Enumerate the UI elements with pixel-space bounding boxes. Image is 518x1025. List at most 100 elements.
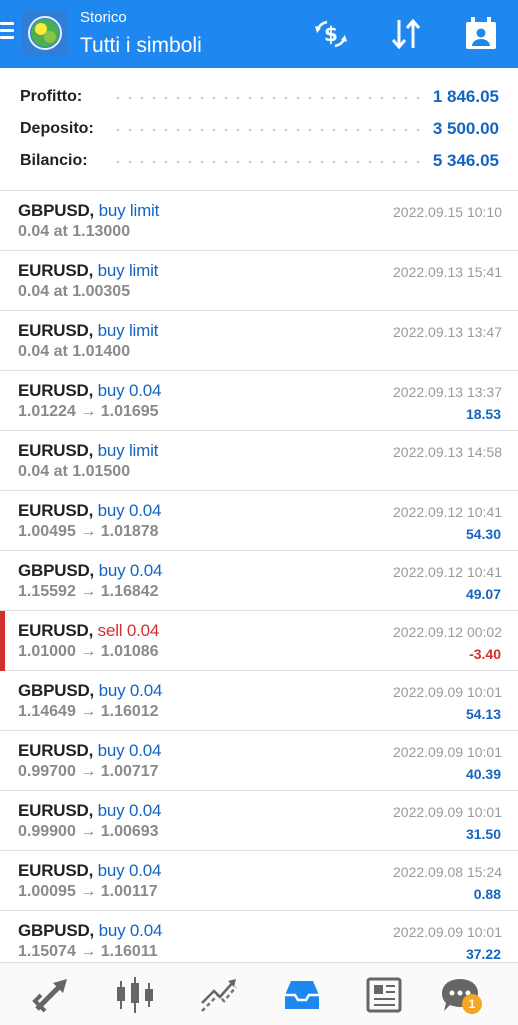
trade-row[interactable]: EURUSD, buy limit 0.04 at 1.01400 2022.09.… bbox=[0, 311, 518, 371]
trade-row[interactable]: EURUSD, buy limit 0.04 at 1.01500 2022.09.… bbox=[0, 431, 518, 491]
trade-action: buy 0.04 bbox=[97, 861, 162, 880]
summary-value: 5 346.05 bbox=[432, 151, 499, 170]
trade-row[interactable]: EURUSD, buy 0.04 0.99900 → 1.00693 2022.09… bbox=[0, 791, 518, 851]
trade-detail: 1.01224 → 1.01695 bbox=[18, 403, 159, 420]
trade-action: buy limit bbox=[98, 201, 160, 220]
trade-detail: 0.99700 → 1.00717 bbox=[18, 763, 159, 780]
summary-row-profit: Profitto: 1 846.05 bbox=[0, 82, 518, 114]
trade-symbol-line: EURUSD, sell 0.04 bbox=[18, 621, 159, 641]
trade-profit: 31.50 bbox=[465, 826, 501, 842]
trade-profit: 54.30 bbox=[465, 526, 501, 542]
trade-action: sell 0.04 bbox=[97, 621, 160, 640]
trade-symbol: EURUSD, bbox=[18, 381, 94, 400]
trade-row[interactable]: EURUSD, buy limit 0.04 at 1.00305 2022.09.… bbox=[0, 251, 518, 311]
summary-row-balance: Bilancio: 5 346.05 bbox=[0, 146, 518, 178]
history-icon[interactable] bbox=[279, 973, 325, 1017]
trade-detail: 0.04 at 1.13000 bbox=[18, 223, 131, 240]
trade-action: buy limit bbox=[97, 441, 159, 460]
app-logo-icon bbox=[22, 10, 68, 56]
currency-switch-icon[interactable]: $ bbox=[311, 14, 351, 54]
calendar-icon[interactable] bbox=[461, 14, 501, 54]
trade-time: 2022.09.12 10:41 bbox=[393, 504, 502, 520]
trade-icon[interactable] bbox=[196, 973, 242, 1017]
trade-profit: 49.07 bbox=[465, 586, 501, 602]
trade-action: buy limit bbox=[97, 261, 159, 280]
trade-symbol: GBPUSD, bbox=[18, 561, 95, 580]
trade-profit: 37.22 bbox=[465, 946, 501, 962]
trade-row[interactable]: GBPUSD, buy 0.04 1.15592 → 1.16842 2022.09… bbox=[0, 551, 518, 611]
trade-time: 2022.09.13 13:47 bbox=[393, 324, 502, 340]
trade-profit: 54.13 bbox=[465, 706, 501, 722]
trade-symbol: GBPUSD, bbox=[18, 921, 95, 940]
summary-value: 3 500.00 bbox=[432, 119, 499, 138]
dotted-leader bbox=[112, 161, 426, 163]
account-summary: Profitto: 1 846.05 Deposito: 3 500.00 Bi… bbox=[0, 68, 518, 190]
trade-detail: 1.00495 → 1.01878 bbox=[18, 523, 159, 540]
trade-symbol: EURUSD, bbox=[18, 501, 94, 520]
trade-symbol-line: GBPUSD, buy 0.04 bbox=[18, 681, 162, 701]
trade-action: buy 0.04 bbox=[98, 921, 163, 940]
trade-symbol: EURUSD, bbox=[18, 321, 94, 340]
trade-time: 2022.09.12 10:41 bbox=[393, 564, 502, 580]
trade-symbol: EURUSD, bbox=[18, 801, 94, 820]
dotted-leader bbox=[112, 97, 426, 99]
trade-detail: 0.04 at 1.00305 bbox=[18, 283, 131, 300]
trade-time: 2022.09.09 10:01 bbox=[393, 924, 502, 940]
trade-time: 2022.09.09 10:01 bbox=[393, 744, 502, 760]
trade-symbol: EURUSD, bbox=[18, 261, 94, 280]
trade-row[interactable]: EURUSD, buy 0.04 1.00095 → 1.00117 2022.09… bbox=[0, 851, 518, 911]
trade-time: 2022.09.15 10:10 bbox=[393, 204, 502, 220]
trade-symbol: EURUSD, bbox=[18, 741, 94, 760]
trade-detail: 1.15592 → 1.16842 bbox=[18, 583, 159, 600]
summary-row-deposit: Deposito: 3 500.00 bbox=[0, 114, 518, 146]
summary-label: Deposito: bbox=[20, 120, 94, 137]
trade-symbol: EURUSD, bbox=[18, 861, 94, 880]
chart-icon[interactable] bbox=[112, 973, 158, 1017]
trade-action: buy 0.04 bbox=[98, 561, 163, 580]
trade-symbol-line: EURUSD, buy 0.04 bbox=[18, 501, 161, 521]
trade-detail: 0.04 at 1.01500 bbox=[18, 463, 131, 480]
trade-symbol: EURUSD, bbox=[18, 441, 94, 460]
trade-row[interactable]: GBPUSD, buy limit 0.04 at 1.13000 2022.09.… bbox=[0, 191, 518, 251]
trade-symbol-line: EURUSD, buy 0.04 bbox=[18, 861, 161, 881]
trade-action: buy 0.04 bbox=[97, 741, 162, 760]
news-icon[interactable] bbox=[362, 973, 408, 1017]
trade-time: 2022.09.13 15:41 bbox=[393, 264, 502, 280]
trade-detail: 0.99900 → 1.00693 bbox=[18, 823, 159, 840]
sort-icon[interactable] bbox=[386, 14, 426, 54]
trade-symbol: EURUSD, bbox=[18, 621, 94, 640]
trade-profit: -3.40 bbox=[469, 646, 501, 662]
trade-row[interactable]: EURUSD, buy 0.04 0.99700 → 1.00717 2022.09… bbox=[0, 731, 518, 791]
trade-time: 2022.09.09 10:01 bbox=[393, 804, 502, 820]
trade-time: 2022.09.08 15:24 bbox=[393, 864, 502, 880]
trade-symbol-line: EURUSD, buy limit bbox=[18, 441, 158, 461]
trade-symbol-line: EURUSD, buy 0.04 bbox=[18, 801, 161, 821]
trade-detail: 1.15074 → 1.16011 bbox=[18, 943, 158, 960]
summary-label: Profitto: bbox=[20, 88, 83, 105]
bottom-navigation bbox=[0, 962, 518, 1025]
trade-row[interactable]: EURUSD, buy 0.04 1.01224 → 1.01695 2022.09… bbox=[0, 371, 518, 431]
trade-detail: 1.01000 → 1.01086 bbox=[18, 643, 159, 660]
trade-detail: 0.04 at 1.01400 bbox=[18, 343, 131, 360]
quotes-icon[interactable] bbox=[29, 973, 75, 1017]
summary-value: 1 846.05 bbox=[432, 87, 499, 106]
trade-profit: 0.88 bbox=[473, 886, 501, 902]
sell-marker bbox=[0, 611, 5, 671]
trade-row[interactable]: EURUSD, buy 0.04 1.00495 → 1.01878 2022.09… bbox=[0, 491, 518, 551]
header-title[interactable]: Tutti i simboli bbox=[80, 34, 202, 58]
trade-row[interactable]: GBPUSD, buy 0.04 1.14649 → 1.16012 2022.09… bbox=[0, 671, 518, 731]
chat-badge: 1 bbox=[462, 994, 482, 1014]
trade-action: buy 0.04 bbox=[98, 681, 163, 700]
trade-symbol-line: EURUSD, buy 0.04 bbox=[18, 381, 161, 401]
header-subtitle: Storico bbox=[80, 9, 127, 26]
menu-icon[interactable] bbox=[0, 22, 14, 44]
trade-symbol-line: GBPUSD, buy 0.04 bbox=[18, 561, 162, 581]
trade-symbol-line: EURUSD, buy limit bbox=[18, 261, 158, 281]
trade-row[interactable]: EURUSD, sell 0.04 1.01000 → 1.01086 2022.0… bbox=[0, 611, 518, 671]
trade-time: 2022.09.12 00:02 bbox=[393, 624, 502, 640]
trade-symbol-line: GBPUSD, buy limit bbox=[18, 201, 159, 221]
trade-symbol: GBPUSD, bbox=[18, 681, 95, 700]
trade-detail: 1.14649 → 1.16012 bbox=[18, 703, 159, 720]
trade-detail: 1.00095 → 1.00117 bbox=[18, 883, 158, 900]
dotted-leader bbox=[112, 129, 426, 131]
